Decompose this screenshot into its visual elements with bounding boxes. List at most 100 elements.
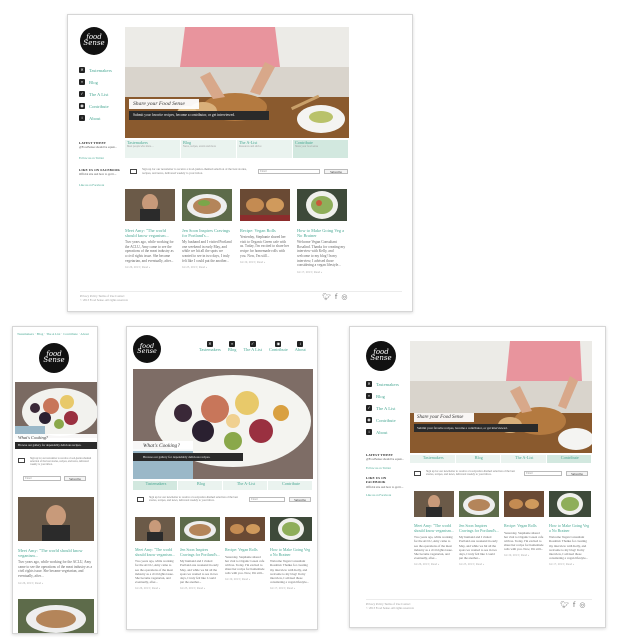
post-card[interactable]: Recipe: Vegan Rolls Yesterday, Stephanie… (504, 491, 544, 557)
sidebar-item-about[interactable]: i About (79, 115, 100, 121)
email-input[interactable]: Email (249, 497, 285, 502)
post-title[interactable]: Meet Amy: "The world should know veganis… (135, 547, 175, 557)
twitter-follow-link[interactable]: Follow us on Twitter (79, 156, 121, 160)
post-card[interactable]: Meet Amy: "The world should know veganis… (414, 491, 454, 566)
tab-blog[interactable]: Blog (456, 455, 501, 463)
post-card[interactable]: Jen Soon Inspires Cravings for Portland'… (180, 517, 220, 590)
subscribe-button[interactable]: Subscribe (289, 497, 311, 502)
mobile-nav-a-list[interactable]: The A List (46, 332, 60, 336)
mobile-nav-blog[interactable]: Blog (37, 332, 44, 336)
post-excerpt: Welcome Vegan Consultant Rosalind. Thank… (549, 535, 588, 560)
post-card[interactable]: How to Make Going Veg a No Brainer Welco… (549, 491, 591, 566)
post-title[interactable]: Jen Soon Inspires Cravings for Portland'… (182, 228, 232, 238)
post-meta[interactable]: Jul 17, 2013 | Read » (549, 562, 591, 566)
post-card[interactable]: Jen Soon Inspires Cravings for Portland'… (459, 491, 499, 566)
post-title[interactable]: Meet Amy: "The world should know veganis… (125, 228, 175, 238)
post-meta[interactable]: Jul 23, 2013 | Read » (459, 562, 499, 566)
sidebar-item-blog[interactable]: ≡ Blog (79, 79, 98, 85)
tab-a-list[interactable]: The A-List Resources and advice (237, 140, 293, 158)
post-card[interactable]: Meet Amy: "The world should know veganis… (135, 517, 175, 590)
facebook-icon[interactable]: f (573, 601, 575, 609)
subscribe-button[interactable]: Subscribe (324, 169, 348, 174)
post-card[interactable]: Meet Amy: "The world should know veganis… (18, 497, 94, 585)
tab-blog[interactable]: Blog (178, 481, 223, 490)
post-thumbnail (297, 189, 347, 226)
social-links: 🐦︎ f ◎ (322, 293, 347, 301)
email-input[interactable]: Email (524, 471, 562, 476)
subscribe-button[interactable]: Subscribe (64, 476, 86, 481)
post-meta[interactable]: Jul 23, 2013 | Read » (182, 265, 232, 269)
sidebar-item-about[interactable]: i About (366, 429, 387, 435)
tab-tastemakers[interactable]: Tastemakers (410, 455, 456, 463)
post-title[interactable]: Jen Soon Inspires Cravings for Portland'… (459, 523, 499, 533)
post-card[interactable]: Jen Soon Inspires Cravings for Portland'… (182, 189, 232, 269)
post-meta[interactable]: Jul 26, 2013 | Read » (135, 586, 175, 590)
post-title[interactable]: Meet Amy: "The world should know veganis… (414, 523, 454, 533)
post-title[interactable]: How to Make Going Veg a No Brainer (270, 547, 312, 557)
nav-tastemakers[interactable]: ✕ Tastemakers (199, 341, 221, 352)
post-excerpt: Two years ago, while working for the ACL… (414, 535, 453, 560)
subscribe-button[interactable]: Subscribe (566, 471, 588, 476)
sidebar-item-contribute[interactable]: ◉ Contribute (79, 103, 109, 109)
post-card[interactable]: How to Make Going Veg a No Brainer Welco… (297, 189, 347, 274)
email-input[interactable]: Email (23, 476, 61, 481)
post-title[interactable]: How to Make Going Veg a No Brainer (297, 228, 347, 238)
facebook-like-link[interactable]: Like us on Facebook (79, 183, 121, 187)
post-card[interactable]: How to Make Going Veg a No Brainer Welco… (270, 517, 312, 590)
post-title[interactable]: How to Make Going Veg a No Brainer (549, 523, 591, 533)
sidebar-item-tastemakers[interactable]: ✕ Tastemakers (366, 381, 399, 387)
logo[interactable]: food Sense (80, 27, 108, 55)
sidebar-item-blog[interactable]: ≡ Blog (366, 393, 385, 399)
sidebar-item-tastemakers[interactable]: ✕ Tastemakers (79, 67, 112, 73)
sidebar-item-contribute[interactable]: ◉ Contribute (366, 417, 396, 423)
nav-contribute[interactable]: ◉ Contribute (269, 341, 288, 352)
post-meta[interactable]: Jul 17, 2013 | Read » (297, 270, 347, 274)
tab-a-list[interactable]: The A-List (501, 455, 547, 463)
twitter-follow-link[interactable]: Follow us on Twitter (366, 466, 406, 470)
tab-blog[interactable]: Blog News, recipes, events and more (181, 140, 237, 158)
email-input[interactable]: Email (258, 169, 320, 174)
post-meta[interactable]: Jul 26, 2013 | Read » (414, 562, 454, 566)
mobile-nav-tastemakers[interactable]: Tastemakers (17, 332, 34, 336)
mobile-nav-contribute[interactable]: Contribute (63, 332, 78, 336)
rss-icon[interactable]: ◎ (579, 601, 585, 609)
tab-tastemakers[interactable]: Tastemakers (133, 481, 178, 490)
mobile-nav-about[interactable]: About (80, 332, 88, 336)
sidebar-item-a-list[interactable]: ✓ The A List (366, 405, 395, 411)
post-excerpt: Two years ago, while working for the ACL… (125, 240, 174, 263)
nav-blog[interactable]: ≡ Blog (228, 341, 236, 352)
tab-contribute[interactable]: Contribute (546, 455, 592, 463)
tab-a-list[interactable]: The A-List (223, 481, 268, 490)
logo[interactable]: food Sense (39, 343, 69, 373)
post-meta[interactable]: Jul 26, 2013 | Read » (18, 581, 94, 585)
post-meta[interactable]: Jul 23, 2013 | Read » (180, 586, 220, 590)
post-card[interactable]: Recipe: Vegan Rolls Yesterday, Stephanie… (240, 189, 290, 264)
facebook-icon[interactable]: f (335, 293, 337, 301)
post-meta[interactable]: Jul 26, 2013 | Read » (125, 265, 175, 269)
post-card[interactable]: Meet Amy: "The world should know veganis… (125, 189, 175, 269)
copyright: © 2013 Food Sense. All rights reserved. (366, 605, 415, 610)
post-meta[interactable]: Jul 17, 2013 | Read » (270, 586, 312, 590)
tab-contribute[interactable]: Contribute (268, 481, 313, 490)
post-meta[interactable]: Jul 19, 2013 | Read » (504, 553, 544, 557)
post-title[interactable]: Recipe: Vegan Rolls (240, 228, 290, 233)
post-title[interactable]: Jen Soon Inspires Cravings for Portland'… (180, 547, 220, 557)
post-card[interactable]: Recipe: Vegan Rolls Yesterday, Stephanie… (225, 517, 265, 581)
tab-tastemakers[interactable]: Tastemakers Meet people who share… (125, 140, 181, 158)
post-title[interactable]: Recipe: Vegan Rolls (225, 547, 265, 553)
twitter-icon[interactable]: 🐦︎ (560, 601, 569, 609)
nav-about[interactable]: i About (295, 341, 306, 352)
tab-contribute[interactable]: Contribute Share your food sense (293, 140, 349, 158)
sidebar-item-a-list[interactable]: ✓ The A List (79, 91, 108, 97)
post-meta[interactable]: Jul 19, 2013 | Read » (240, 260, 290, 264)
post-meta[interactable]: Jul 19, 2013 | Read » (225, 577, 265, 581)
rss-icon[interactable]: ◎ (341, 293, 347, 301)
facebook-like-link[interactable]: Like us on Facebook (366, 493, 406, 497)
hero-image (125, 27, 349, 138)
post-title[interactable]: Meet Amy: "The world should know veganis… (18, 548, 94, 558)
logo[interactable]: food Sense (133, 335, 161, 363)
logo[interactable]: food Sense (366, 341, 396, 371)
twitter-icon[interactable]: 🐦︎ (322, 293, 331, 301)
nav-a-list[interactable]: ✓ The A List (243, 341, 262, 352)
post-title[interactable]: Recipe: Vegan Rolls (504, 523, 544, 529)
